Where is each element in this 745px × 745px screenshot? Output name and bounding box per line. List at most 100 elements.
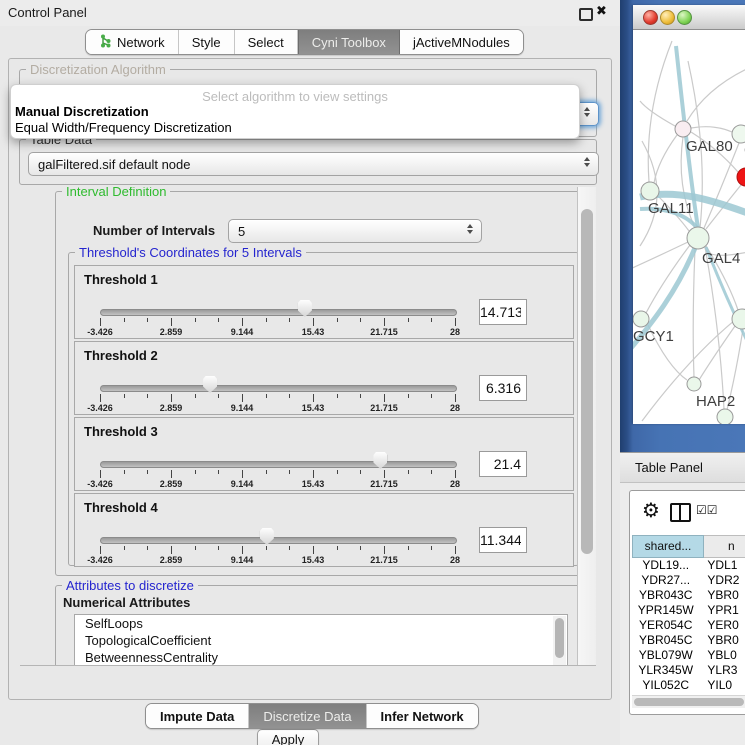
bottom-tab-infer-network-label: Infer Network xyxy=(381,709,464,724)
slider-tick xyxy=(242,470,243,478)
slider-tick xyxy=(147,394,148,398)
horizontal-scrollbar-thumb[interactable] xyxy=(634,698,744,706)
algorithm-option-manual-discretization[interactable]: Manual Discretization xyxy=(15,104,149,119)
table-row[interactable]: YDL19...YDL1 xyxy=(632,558,745,573)
slider-tick xyxy=(266,318,267,322)
close-traffic-light[interactable] xyxy=(643,10,658,25)
cell-shared-name[interactable]: YIL052C xyxy=(632,678,699,693)
algorithm-option-equal-width-frequency-discretization[interactable]: Equal Width/Frequency Discretization xyxy=(15,120,232,135)
network-node[interactable] xyxy=(687,227,709,249)
slider-tick-label: 2.859 xyxy=(149,403,193,413)
minimize-traffic-light[interactable] xyxy=(660,10,675,25)
threshold-value-field[interactable] xyxy=(479,299,527,325)
slider-tick xyxy=(360,470,361,474)
threshold-slider-track[interactable] xyxy=(100,385,457,392)
cell-shared-name[interactable]: YDR27... xyxy=(632,573,699,588)
table-panel-bar: Table Panel xyxy=(620,452,745,483)
cell-name[interactable]: YPR1 xyxy=(699,603,745,618)
column-header-shared-name[interactable]: shared... xyxy=(632,535,704,558)
close-icon[interactable]: ✖ xyxy=(596,3,607,19)
cell-shared-name[interactable]: YBR045C xyxy=(632,633,699,648)
select-columns-icon[interactable]: ☑☑ xyxy=(696,503,718,517)
threshold-value-field[interactable] xyxy=(479,451,527,477)
cell-name[interactable]: YDR2 xyxy=(699,573,745,588)
network-node[interactable] xyxy=(737,168,745,186)
horizontal-scrollbar[interactable] xyxy=(632,695,745,708)
slider-tick xyxy=(195,546,196,550)
cell-shared-name[interactable]: YDL19... xyxy=(632,558,699,573)
slider-tick xyxy=(313,546,314,554)
table-row[interactable]: YER054CYER0 xyxy=(632,618,745,633)
threshold-slider-track[interactable] xyxy=(100,461,457,468)
cell-name[interactable]: YIL0 xyxy=(699,678,745,693)
cell-shared-name[interactable]: YLR345W xyxy=(632,663,699,678)
cell-name[interactable]: YBR0 xyxy=(699,633,745,648)
zoom-traffic-light[interactable] xyxy=(677,10,692,25)
cell-name[interactable]: YBR0 xyxy=(699,588,745,603)
interval-definition-group: Interval Definition Number of Intervals … xyxy=(55,191,583,576)
table-row[interactable]: YBR043CYBR0 xyxy=(632,588,745,603)
attribute-item-selfloops[interactable]: SelfLoops xyxy=(75,615,567,632)
network-node[interactable] xyxy=(633,311,649,327)
attribute-item-betweennesscentrality[interactable]: BetweennessCentrality xyxy=(75,649,567,666)
cell-name[interactable]: YDL1 xyxy=(699,558,745,573)
tab-style[interactable]: Style xyxy=(179,30,235,54)
threshold-value-field[interactable] xyxy=(479,375,527,401)
threshold-slider-track[interactable] xyxy=(100,309,457,316)
slider-tick xyxy=(337,394,338,398)
slider-tick xyxy=(455,394,456,402)
column-layout-icon[interactable] xyxy=(670,503,691,522)
cell-shared-name[interactable]: YER054C xyxy=(632,618,699,633)
network-node[interactable] xyxy=(641,182,659,200)
slider-tick xyxy=(313,318,314,326)
right-panel: GAL80GACGAL11GAL4GCY1HHAP2 Table Panel ⚙… xyxy=(620,0,745,745)
tab-jactivemnodules[interactable]: jActiveMNodules xyxy=(400,30,523,54)
table-row[interactable]: YLR345WYLR3 xyxy=(632,663,745,678)
list-scrollbar[interactable] xyxy=(553,616,566,666)
table-data-combobox[interactable]: galFiltered.sif default node xyxy=(28,152,599,176)
tab-select[interactable]: Select xyxy=(235,30,298,54)
vertical-scrollbar[interactable] xyxy=(577,187,596,665)
slider-tick xyxy=(289,318,290,322)
bottom-tab-impute-data[interactable]: Impute Data xyxy=(146,704,249,728)
slider-tick xyxy=(100,318,101,326)
slider-tick xyxy=(455,470,456,478)
float-window-icon[interactable] xyxy=(579,8,593,21)
cell-shared-name[interactable]: YBR043C xyxy=(632,588,699,603)
table-row[interactable]: YBR045CYBR0 xyxy=(632,633,745,648)
tab-network[interactable]: Network xyxy=(86,30,179,54)
stepper-arrows-icon xyxy=(584,107,590,117)
attribute-item-topologicalcoefficient[interactable]: TopologicalCoefficient xyxy=(75,632,567,649)
cell-shared-name[interactable]: YBL079W xyxy=(632,648,699,663)
cell-name[interactable]: YBL0 xyxy=(699,648,745,663)
slider-tick-label: -3.426 xyxy=(78,403,122,413)
slider-tick-label: 2.859 xyxy=(149,479,193,489)
network-node[interactable] xyxy=(675,121,691,137)
cell-name[interactable]: YLR3 xyxy=(699,663,745,678)
network-edge xyxy=(687,66,745,121)
bottom-tab-discretize-data[interactable]: Discretize Data xyxy=(249,704,366,728)
vertical-scrollbar-thumb[interactable] xyxy=(581,209,593,554)
network-node[interactable] xyxy=(717,409,733,424)
table-row[interactable]: YPR145WYPR1 xyxy=(632,603,745,618)
table-row[interactable]: YDR27...YDR2 xyxy=(632,573,745,588)
network-node[interactable] xyxy=(687,377,701,391)
slider-tick xyxy=(266,546,267,550)
table-row[interactable]: YIL052CYIL0 xyxy=(632,678,745,693)
threshold-value-field[interactable] xyxy=(479,527,527,553)
number-of-intervals-spinner[interactable]: 5 xyxy=(228,219,482,243)
cell-shared-name[interactable]: YPR145W xyxy=(632,603,699,618)
network-canvas[interactable]: GAL80GACGAL11GAL4GCY1HHAP2 xyxy=(633,30,745,424)
bottom-tab-infer-network[interactable]: Infer Network xyxy=(367,704,478,728)
table-data-group: Table Data galFiltered.sif default node xyxy=(19,139,597,185)
threshold-slider-track[interactable] xyxy=(100,537,457,544)
cell-name[interactable]: YER0 xyxy=(699,618,745,633)
column-header-name[interactable]: n xyxy=(704,535,745,558)
apply-button[interactable]: Apply xyxy=(257,729,319,745)
tab-cyni-toolbox[interactable]: Cyni Toolbox xyxy=(298,30,400,54)
network-node[interactable] xyxy=(732,125,745,143)
gear-icon[interactable]: ⚙ xyxy=(642,498,660,523)
network-window-titlebar xyxy=(633,5,745,30)
slider-tick xyxy=(337,318,338,322)
table-row[interactable]: YBL079WYBL0 xyxy=(632,648,745,663)
